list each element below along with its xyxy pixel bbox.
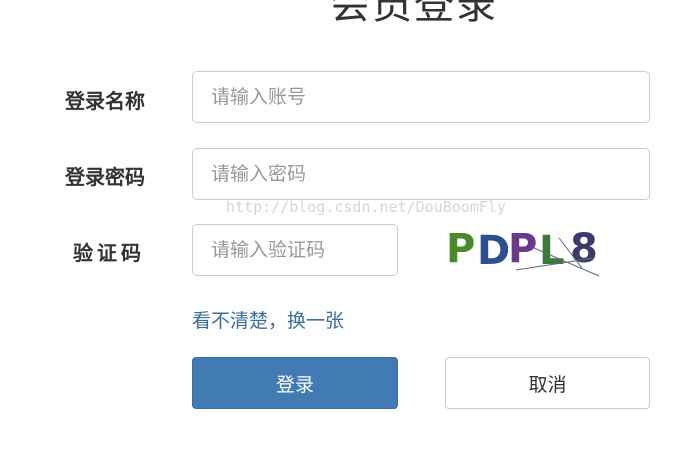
- refresh-captcha-link[interactable]: 看不清楚，换一张: [192, 306, 344, 333]
- page-title: 会员登录: [330, 0, 498, 28]
- watermark-text: http://blog.csdn.net/DouBoomFly: [226, 198, 506, 216]
- captcha-char: P: [508, 226, 537, 272]
- password-input[interactable]: [192, 148, 650, 200]
- username-label: 登录名称: [65, 89, 145, 113]
- login-page: 会员登录 登录名称 登录密码 http://blog.csdn.net/DouB…: [0, 0, 696, 450]
- cancel-button[interactable]: 取消: [445, 357, 650, 409]
- captcha-char: L: [539, 228, 565, 274]
- password-label: 登录密码: [65, 165, 145, 189]
- captcha-input[interactable]: [192, 224, 398, 276]
- login-button[interactable]: 登录: [192, 357, 398, 409]
- captcha-label: 验证码: [73, 241, 145, 265]
- captcha-char: D: [477, 228, 510, 274]
- captcha-image[interactable]: P D P L 8: [444, 218, 604, 280]
- captcha-char: P: [446, 226, 475, 272]
- username-input[interactable]: [192, 71, 650, 123]
